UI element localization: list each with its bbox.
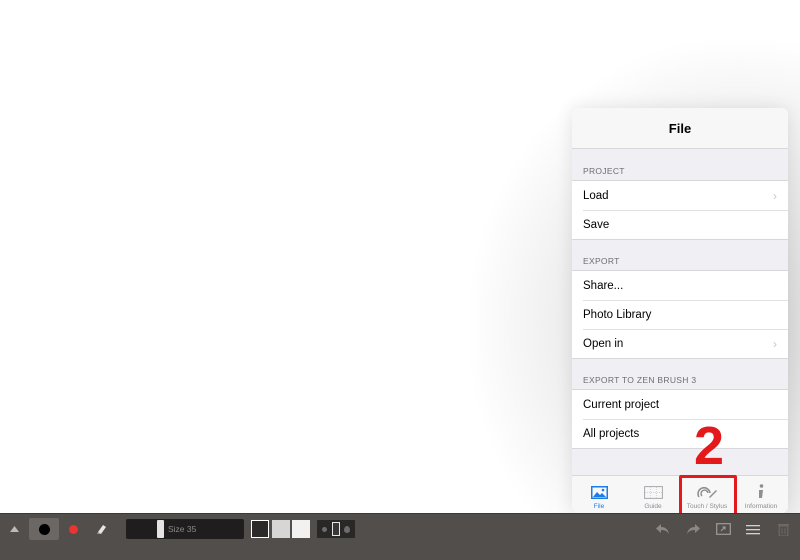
eraser-icon[interactable] [94,521,110,537]
tab-information-label: Information [744,503,778,510]
ink-brush-button[interactable] [29,518,59,540]
photo-icon [590,483,608,501]
trash-icon[interactable] [774,520,792,538]
drop-small-icon [322,526,327,532]
step-number-annotation: 2 [693,416,725,476]
load-label: Load [583,189,609,202]
share-row[interactable]: Share... [572,271,788,300]
load-row[interactable]: Load › [572,181,788,210]
tab-file-label: File [593,503,605,510]
export-group: Share... Photo Library Open in › [572,270,788,359]
open-in-row[interactable]: Open in › [572,329,788,358]
swatch-dark-button[interactable] [251,520,269,538]
popover-tabbar: File Guide Touch / Stylus Information [572,475,788,513]
chevron-right-icon: › [773,336,777,351]
tab-touch-stylus-label: Touch / Stylus [686,503,728,510]
swatch-light-button[interactable] [292,520,310,538]
size-slider-thumb[interactable] [157,520,164,538]
tab-file[interactable]: File [572,476,626,513]
color-dot-button[interactable] [66,522,80,536]
ink-dot-icon [38,523,50,535]
export-screen-icon[interactable] [714,520,732,538]
undo-icon[interactable] [654,520,672,538]
bottom-toolbar: Size 35 [0,513,800,560]
menu-icon[interactable] [744,520,762,538]
popover-title: File [572,108,788,149]
redo-icon[interactable] [684,520,702,538]
stylus-icon [696,483,718,501]
swatch-gray-button[interactable] [272,520,290,538]
size-label: Size 35 [168,524,197,534]
section-header-export: EXPORT [583,256,620,266]
current-project-label: Current project [583,398,660,411]
photo-library-label: Photo Library [583,308,652,321]
save-label: Save [583,218,610,231]
info-icon [756,483,766,501]
all-projects-row[interactable]: All projects [572,419,788,448]
brush-mode-selector[interactable] [317,520,355,538]
drop-medium-icon [332,522,340,536]
chevron-right-icon: › [773,188,777,203]
open-in-label: Open in [583,337,624,350]
size-slider[interactable]: Size 35 [126,519,244,539]
drop-large-icon [344,525,350,533]
export-zen-group: Current project All projects [572,389,788,449]
red-dot-icon [68,524,78,534]
tab-touch-stylus[interactable]: Touch / Stylus [680,476,734,513]
section-header-project: PROJECT [583,166,625,176]
photo-library-row[interactable]: Photo Library [572,300,788,329]
all-projects-label: All projects [583,427,640,440]
share-label: Share... [583,279,624,292]
project-group: Load › Save [572,180,788,240]
save-row[interactable]: Save [572,210,788,239]
tab-guide-label: Guide [644,503,662,510]
current-project-row[interactable]: Current project [572,390,788,419]
section-header-export-zen: EXPORT TO ZEN BRUSH 3 [583,375,697,385]
grid-icon [643,483,663,501]
chevron-up-icon[interactable] [7,521,21,537]
file-popover: File PROJECT Load › Save EXPORT Share...… [572,108,788,513]
tab-guide[interactable]: Guide [626,476,680,513]
tab-information[interactable]: Information [734,476,788,513]
